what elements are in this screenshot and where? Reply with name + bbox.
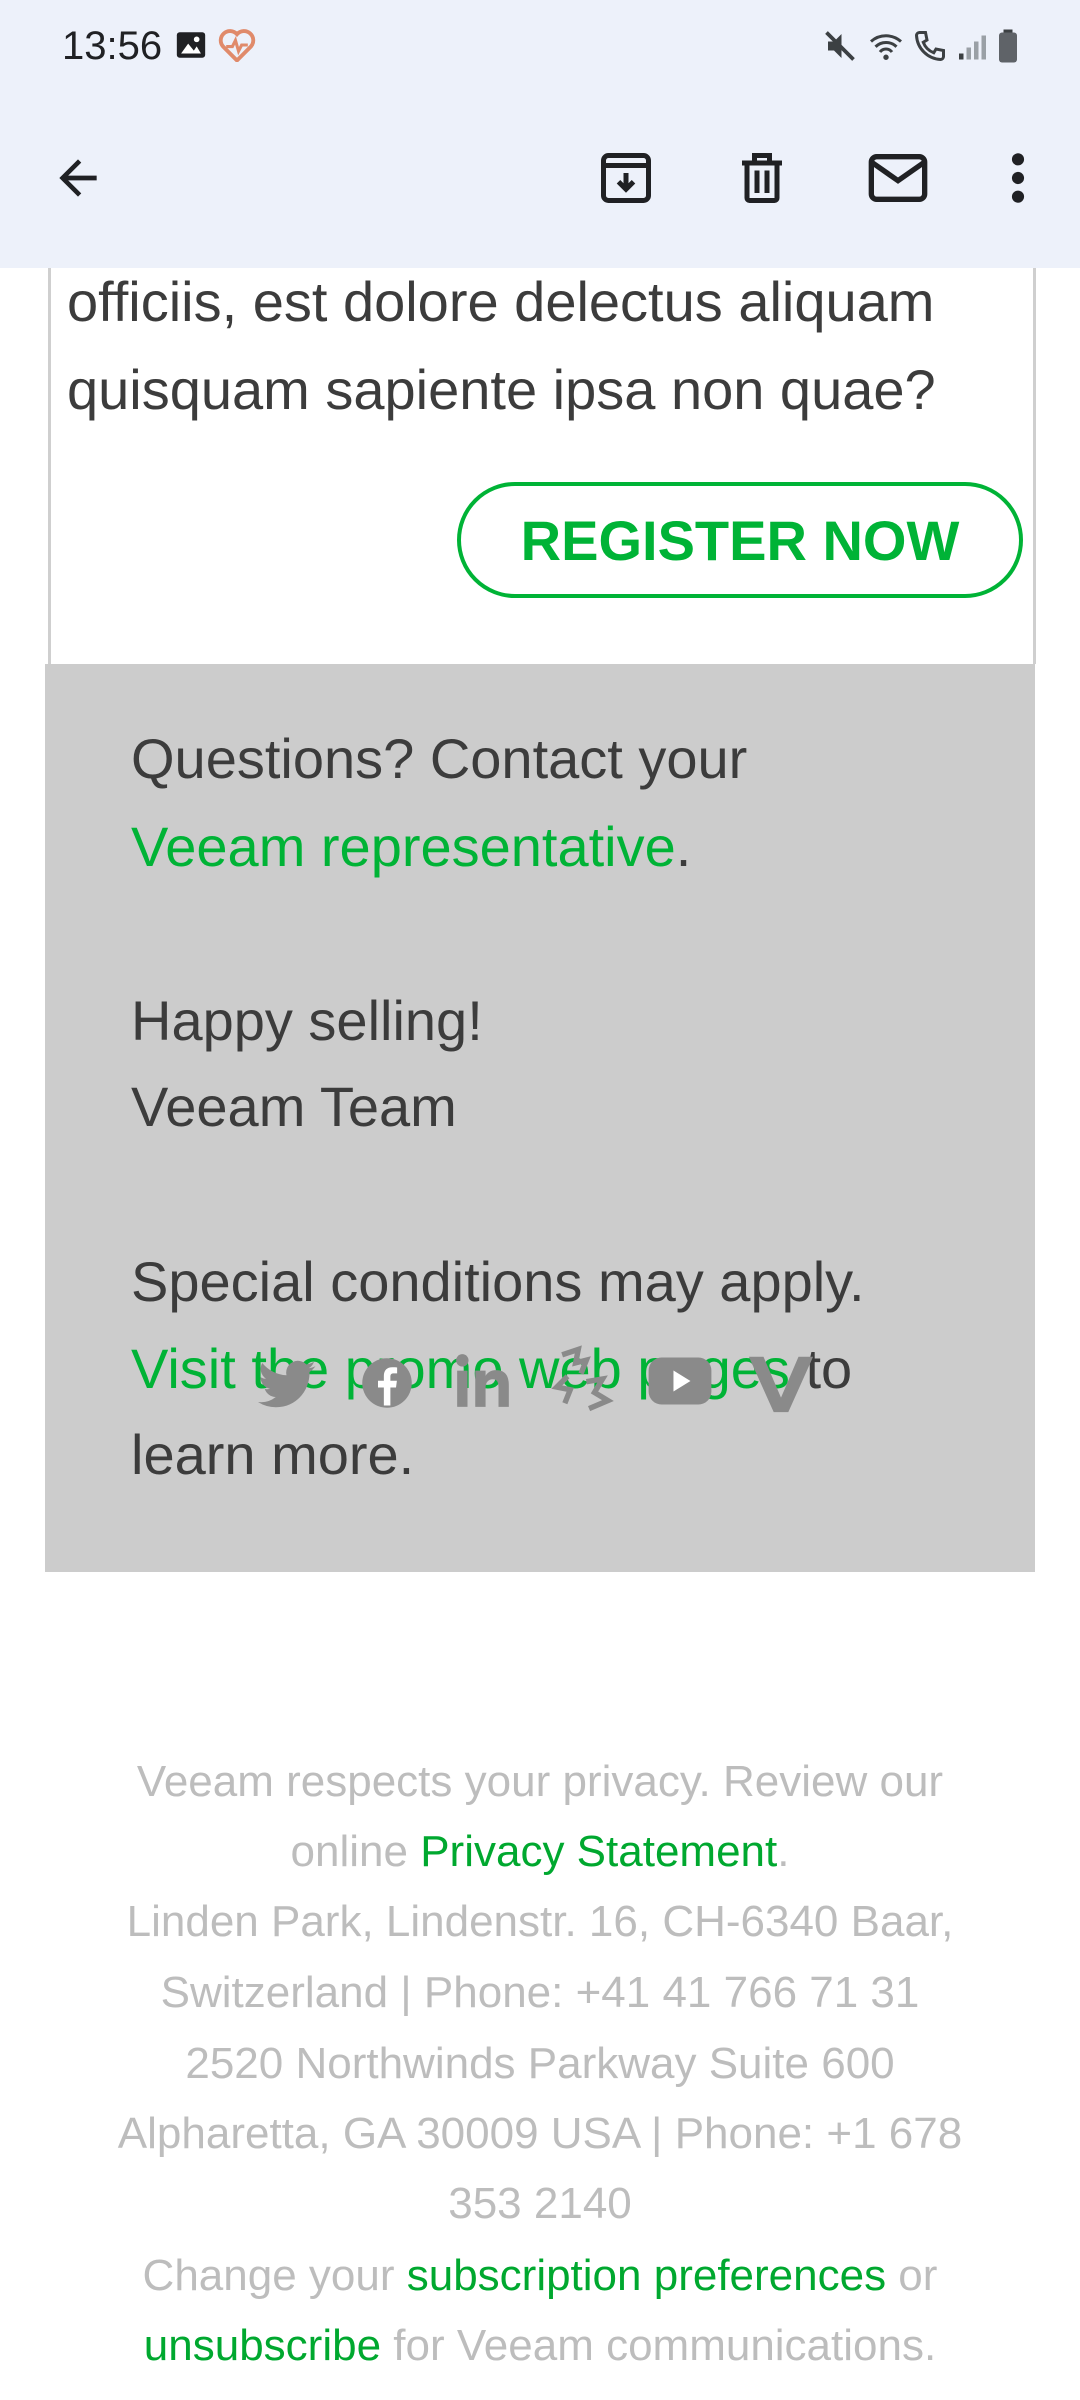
gallery-notification-icon xyxy=(174,28,208,67)
privacy-line-1: Veeam respects your privacy. Review our xyxy=(136,1757,944,1806)
address-baar-line-1: Linden Park, Lindenstr. 16, CH-6340 Baar… xyxy=(126,1897,954,1946)
card-body-text: officiis, est dolore delectus aliquam qu… xyxy=(67,258,1027,434)
youtube-icon[interactable] xyxy=(646,1354,714,1413)
privacy-prefix: online xyxy=(290,1827,421,1876)
mute-icon xyxy=(822,28,858,69)
mark-unread-button[interactable] xyxy=(858,140,938,220)
vimeo-icon[interactable] xyxy=(746,1350,816,1421)
arrow-back-icon xyxy=(50,150,106,211)
contact-panel: Questions? Contact your Veeam representa… xyxy=(45,664,1035,1572)
promo-card: officiis, est dolore delectus aliquam qu… xyxy=(48,268,1036,664)
address-us-line-3: 353 2140 xyxy=(448,2179,632,2228)
rep-line: Veeam representative. xyxy=(131,812,691,882)
subscription-suffix: or xyxy=(886,2251,938,2300)
wifi-calling-icon xyxy=(910,28,950,69)
questions-text: Questions? Contact your xyxy=(131,727,748,790)
wifi-icon xyxy=(866,28,906,69)
privacy-statement-link[interactable]: Privacy Statement xyxy=(420,1827,777,1876)
health-notification-icon xyxy=(218,28,256,67)
unsubscribe-link[interactable]: unsubscribe xyxy=(144,2321,381,2370)
linkedin-icon[interactable] xyxy=(452,1350,514,1417)
unsubscribe-suffix: for Veeam communications. xyxy=(381,2321,937,2370)
back-button[interactable] xyxy=(38,140,118,220)
representative-link[interactable]: Veeam representative xyxy=(131,815,676,878)
social-links xyxy=(0,1344,1080,1434)
archive-button[interactable] xyxy=(586,140,666,220)
trash-icon xyxy=(732,148,792,213)
card-text-line: quisquam sapiente ipsa non quae? xyxy=(67,358,936,421)
card-text-line: officiis, est dolore delectus aliquam xyxy=(67,270,935,333)
twitter-icon[interactable] xyxy=(258,1358,318,1417)
mail-icon xyxy=(866,148,930,213)
address-baar-line-2: Switzerland | Phone: +41 41 766 71 31 xyxy=(160,1968,920,2017)
address-us-line-1: 2520 Northwinds Parkway Suite 600 xyxy=(185,2039,895,2088)
status-time: 13:56 xyxy=(62,24,163,68)
subscription-preferences-link[interactable]: subscription preferences xyxy=(407,2251,886,2300)
greeting: Happy selling! xyxy=(131,989,483,1052)
questions-line: Questions? Contact your xyxy=(131,724,747,794)
top-app-bar: 13:56 xyxy=(0,0,1080,268)
more-vert-icon xyxy=(1008,150,1028,211)
register-now-button[interactable]: REGISTER NOW xyxy=(457,482,1023,598)
community-icon[interactable] xyxy=(548,1344,614,1419)
rep-period: . xyxy=(675,815,692,878)
archive-icon xyxy=(596,148,656,213)
address-us-line-2: Alpharetta, GA 30009 USA | Phone: +1 678 xyxy=(117,2109,963,2158)
more-options-button[interactable] xyxy=(978,140,1058,220)
delete-button[interactable] xyxy=(722,140,802,220)
conditions-text: Special conditions may apply. xyxy=(131,1250,865,1313)
unsubscribe-line: unsubscribe for Veeam communications. xyxy=(0,2316,1080,2376)
facebook-icon[interactable] xyxy=(360,1356,414,1415)
subscription-line: Change your subscription preferences or xyxy=(0,2246,1080,2306)
subscription-prefix: Change your xyxy=(142,2251,407,2300)
privacy-line-2: online Privacy Statement. xyxy=(0,1822,1080,1882)
battery-icon xyxy=(996,28,1020,69)
privacy-period: . xyxy=(777,1827,790,1876)
signature: Veeam Team xyxy=(131,1075,457,1138)
signal-icon xyxy=(956,28,992,69)
